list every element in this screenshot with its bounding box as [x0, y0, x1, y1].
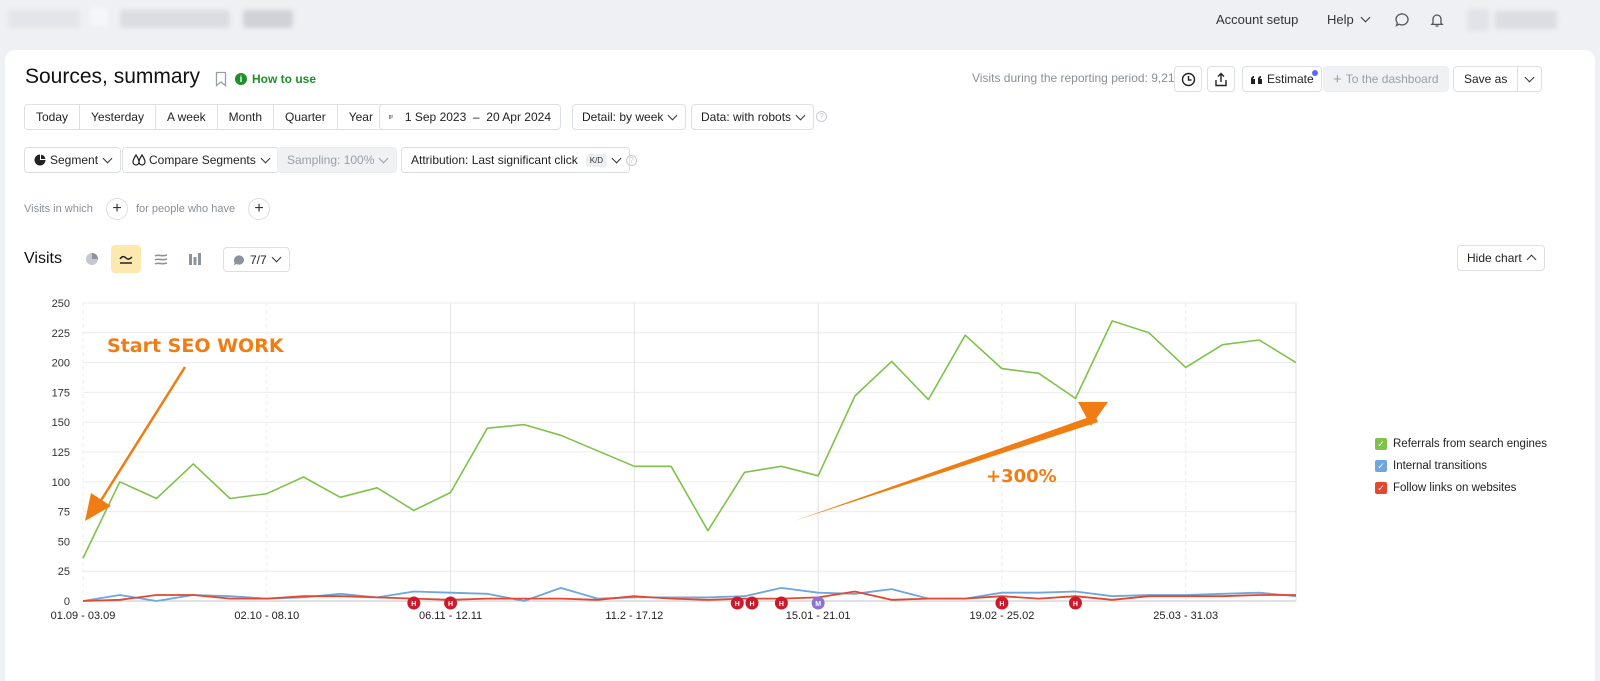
help-label: Help	[1327, 12, 1354, 27]
report-panel: Sources, summary i How to use Visits duri…	[5, 50, 1595, 681]
chevron-down-icon	[1360, 12, 1371, 23]
x-tick-label: 25.03 - 31.03	[1153, 610, 1218, 622]
y-tick-label: 200	[52, 358, 70, 370]
y-tick-label: 75	[58, 507, 70, 519]
x-tick-label: 02.10 - 08.10	[234, 610, 299, 622]
event-marker-label: H	[448, 601, 453, 608]
x-tick-label: 11.2 - 17.12	[605, 610, 663, 622]
x-tick-label: 19.02 - 25.02	[970, 610, 1035, 622]
blurred-icon	[90, 8, 108, 26]
bell-icon[interactable]	[1427, 10, 1447, 30]
chat-icon[interactable]	[1392, 10, 1412, 30]
event-marker-label: M	[815, 601, 821, 608]
blurred-username	[1495, 11, 1557, 29]
y-tick-label: 0	[64, 596, 70, 608]
event-marker-label: H	[749, 601, 754, 608]
annotation-growth: +300%	[986, 466, 1057, 487]
y-tick-label: 250	[52, 298, 70, 310]
help-menu[interactable]: Help	[1327, 12, 1371, 27]
x-tick-label: 15.01 - 21.01	[786, 610, 851, 622]
annotation-arrow-head	[85, 493, 111, 521]
y-tick-label: 175	[52, 387, 70, 399]
event-marker-label: H	[735, 601, 740, 608]
y-tick-label: 150	[52, 417, 70, 429]
event-marker-label: H	[779, 601, 784, 608]
top-bar: Account setup Help	[0, 0, 1600, 40]
avatar[interactable]	[1467, 9, 1489, 31]
y-tick-label: 125	[52, 447, 70, 459]
blurred-site	[243, 10, 293, 28]
y-tick-label: 225	[52, 328, 70, 340]
event-marker-label: H	[411, 601, 416, 608]
y-tick-label: 25	[58, 566, 70, 578]
account-setup-link[interactable]: Account setup	[1216, 12, 1298, 27]
blurred-logo	[8, 10, 80, 28]
event-marker-label: H	[999, 601, 1004, 608]
x-tick-label: 06.11 - 12.11	[419, 610, 482, 622]
y-tick-label: 100	[52, 477, 70, 489]
visits-chart: 0 25 50 75 100 125 150 175 200 225 250 01.09 - 03.0…	[51, 298, 1297, 622]
blurred-counter	[120, 10, 230, 28]
y-tick-label: 50	[58, 536, 70, 548]
annotation-start-seo: Start SEO WORK	[107, 335, 285, 357]
event-marker-label: H	[1073, 601, 1078, 608]
x-tick-label: 01.09 - 03.09	[51, 610, 116, 622]
